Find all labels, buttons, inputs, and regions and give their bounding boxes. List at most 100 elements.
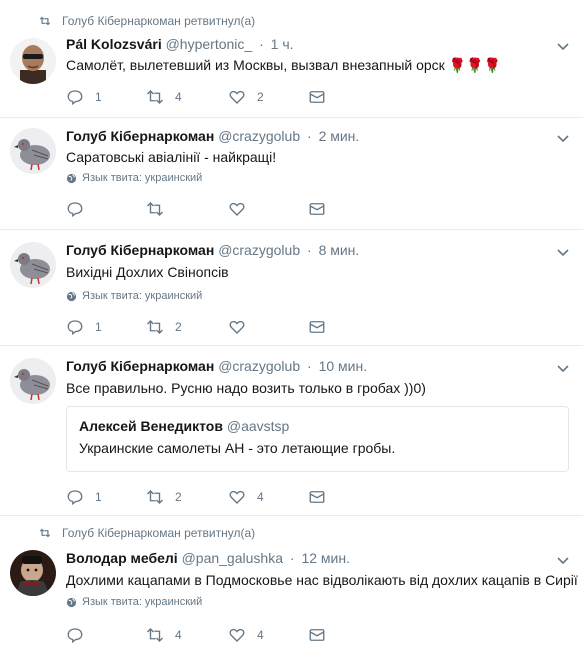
tweet-header: Pál Kolozsvári @hypertonic_ · 1 ч. [66,36,294,52]
author-name[interactable]: Володар мебелі [66,550,178,566]
reply-icon [67,202,83,218]
quoted-author-name: Алексей Венедиктов [79,418,223,434]
armored-figure-avatar-image [10,550,56,596]
tweet-actions: 4 4 [66,626,336,646]
timestamp[interactable]: 10 мин. [319,358,368,374]
retweet-icon [147,202,163,216]
tweet-actions [66,200,336,220]
direct-message-button[interactable] [308,88,337,106]
tweet[interactable]: Голуб Кібернаркоман @crazygolub · 10 мин… [0,346,583,516]
separator-dot: · [307,128,312,144]
reply-button[interactable] [66,626,95,644]
tweet-language: Язык твита: украинский [66,290,202,302]
tweet-actions: 1 4 2 [66,88,336,108]
author-name[interactable]: Голуб Кібернаркоман [66,128,214,144]
avatar[interactable] [10,242,56,288]
author-handle[interactable]: @crazygolub [218,358,300,374]
pigeon-avatar-image [10,358,56,404]
like-button[interactable]: 4 [228,488,264,506]
retweet-button[interactable] [146,200,175,218]
retweet-context-text: Голуб Кібернаркоман ретвитнул(а) [62,526,256,540]
timestamp[interactable]: 8 мин. [319,242,360,258]
avatar[interactable] [10,128,56,174]
like-button[interactable] [228,200,257,218]
chevron-down-icon[interactable] [557,132,569,144]
retweet-button[interactable]: 2 [146,318,182,336]
quoted-tweet-text: Украинские самолеты АН - это летающие гр… [79,440,396,456]
retweet-button[interactable]: 4 [146,88,182,106]
reply-icon [67,628,83,644]
pigeon-avatar-image [10,128,56,174]
like-button[interactable] [228,318,257,336]
tweet[interactable]: Голуб Кібернаркоман ретвитнул(а) Pál Kol… [0,0,583,118]
like-count: 4 [257,490,264,504]
retweet-icon [39,16,51,26]
author-handle[interactable]: @crazygolub [218,242,300,258]
globe-icon [66,597,77,607]
timestamp[interactable]: 12 мин. [301,550,350,566]
envelope-icon [309,91,325,103]
direct-message-button[interactable] [308,626,337,644]
tweet-language-text: Язык твита: украинский [82,596,203,608]
like-button[interactable]: 4 [228,626,264,644]
tweet-actions: 1 2 [66,318,336,338]
tweet-text: Саратовські авіалінії - найкращі! [66,149,277,165]
envelope-icon [309,629,325,641]
chevron-down-icon[interactable] [557,40,569,52]
author-handle[interactable]: @crazygolub [218,128,300,144]
like-count: 2 [257,90,264,104]
timestamp[interactable]: 2 мин. [319,128,360,144]
tweet-language: Язык твита: украинский [66,172,202,184]
retweet-icon [147,320,163,334]
separator-dot: · [259,36,264,52]
envelope-icon [309,321,325,333]
author-name[interactable]: Голуб Кібернаркоман [66,358,214,374]
reply-count: 1 [95,320,102,334]
tweet-language-text: Язык твита: украинский [82,172,203,184]
retweet-context: Голуб Кібернаркоман ретвитнул(а) [38,14,255,28]
author-handle[interactable]: @hypertonic_ [166,36,253,52]
like-button[interactable]: 2 [228,88,264,106]
quoted-author-handle: @aavstsp [226,418,290,434]
quoted-tweet[interactable]: Алексей Венедиктов @aavstsp Украинские с… [66,406,569,472]
tweet-header: Володар мебелі @pan_galushka · 12 мин. [66,550,350,566]
tweet-text: Самолёт, вылетевший из Москвы, вызвал вн… [66,57,445,73]
chevron-down-icon[interactable] [557,362,569,374]
tweet-text: Все правильно. Русню надо возить только … [66,380,426,396]
avatar[interactable] [10,550,56,596]
avatar[interactable] [10,38,56,84]
reply-button[interactable] [66,200,95,218]
heart-icon [229,202,245,216]
retweet-count: 2 [175,320,182,334]
reply-icon [67,490,83,506]
retweet-context: Голуб Кібернаркоман ретвитнул(а) [38,526,255,540]
reply-button[interactable]: 1 [66,488,102,506]
chevron-down-icon[interactable] [557,246,569,258]
retweet-button[interactable]: 4 [146,626,182,644]
chevron-down-icon[interactable] [557,554,569,566]
tweet-header: Голуб Кібернаркоман @crazygolub · 10 мин… [66,358,367,374]
envelope-icon [309,491,325,503]
retweet-icon [147,490,163,504]
tweet-feed: Голуб Кібернаркоман ретвитнул(а) Pál Kol… [0,0,583,657]
author-name[interactable]: Pál Kolozsvári [66,36,162,52]
timestamp[interactable]: 1 ч. [271,36,294,52]
retweet-context-text: Голуб Кібернаркоман ретвитнул(а) [62,14,256,28]
tweet[interactable]: Голуб Кібернаркоман @crazygolub · 2 мин.… [0,118,583,230]
tweet-header: Голуб Кібернаркоман @crazygolub · 8 мин. [66,242,359,258]
separator-dot: · [307,358,312,374]
tweet-header: Голуб Кібернаркоман @crazygolub · 2 мин. [66,128,359,144]
avatar[interactable] [10,358,56,404]
tweet[interactable]: Голуб Кібернаркоман @crazygolub · 8 мин.… [0,230,583,346]
reply-button[interactable]: 1 [66,318,102,336]
direct-message-button[interactable] [308,318,337,336]
tweet[interactable]: Голуб Кібернаркоман ретвитнул(а) Володар… [0,516,583,657]
direct-message-button[interactable] [308,488,337,506]
retweet-button[interactable]: 2 [146,488,182,506]
author-name[interactable]: Голуб Кібернаркоман [66,242,214,258]
globe-icon [66,173,77,183]
author-handle[interactable]: @pan_galushka [182,550,283,566]
tweet-text: Вихідні Дохлих Свінопсів [66,264,229,280]
direct-message-button[interactable] [308,200,337,218]
reply-button[interactable]: 1 [66,88,102,106]
